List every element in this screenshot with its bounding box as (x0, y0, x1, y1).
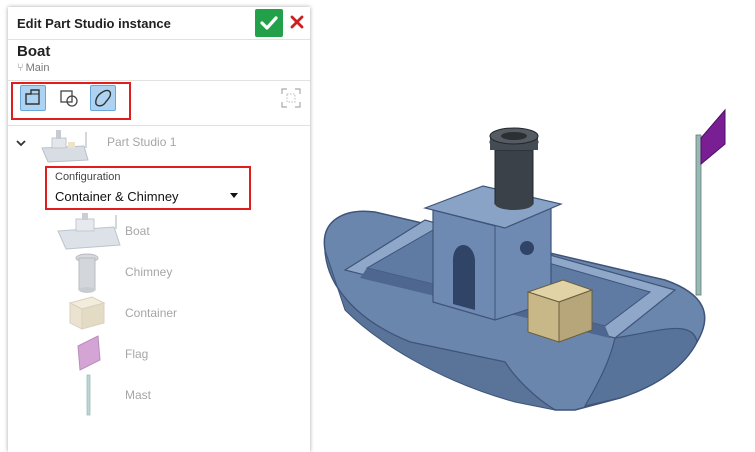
branch-label: ⑂ Main (17, 62, 49, 74)
collapse-toggle[interactable] (15, 137, 27, 151)
part-studio-label[interactable]: Part Studio 1 (107, 135, 176, 149)
selection-toolbar (8, 81, 310, 126)
configuration-label: Configuration (55, 171, 121, 183)
panel-header: Edit Part Studio instance (8, 7, 310, 40)
edit-part-studio-instance-panel: Edit Part Studio instance Boat ⑂ Main Pa… (8, 7, 310, 452)
surface-select-button[interactable] (56, 85, 82, 111)
part-row-boat[interactable]: Boat (125, 224, 150, 238)
dropdown-caret-icon (230, 193, 238, 198)
branch-name: Main (25, 62, 50, 74)
document-name: Boat (17, 43, 51, 60)
document-info: Boat ⑂ Main (8, 40, 310, 81)
part-row-chimney[interactable]: Chimney (125, 265, 172, 279)
mast-part-thumbnail (86, 374, 91, 416)
flag-part-thumbnail (77, 335, 101, 371)
panel-title: Edit Part Studio instance (17, 16, 171, 31)
part-row-container[interactable]: Container (125, 306, 177, 320)
sketch-select-button[interactable] (90, 85, 116, 111)
part-select-button[interactable] (20, 85, 46, 111)
sketch-select-icon (95, 89, 112, 107)
fit-view-icon (281, 88, 301, 108)
configuration-value[interactable]: Container & Chimney (55, 189, 179, 204)
part-select-icon (25, 89, 40, 105)
fit-view-button[interactable] (278, 85, 304, 111)
part-row-flag[interactable]: Flag (125, 347, 148, 361)
boat-part-thumbnail (57, 213, 121, 250)
accept-button[interactable] (255, 9, 283, 37)
surface-select-icon (60, 90, 78, 107)
part-studio-thumbnail (41, 130, 89, 163)
branch-icon: ⑂ (17, 62, 24, 74)
check-icon (260, 16, 278, 30)
part-row-mast[interactable]: Mast (125, 388, 151, 402)
cancel-button[interactable] (288, 12, 306, 32)
container-part-thumbnail (68, 296, 106, 330)
boat-3d-model-viewport[interactable] (315, 80, 735, 420)
close-icon (290, 15, 304, 29)
chimney-part-thumbnail (75, 253, 99, 293)
chevron-down-icon (16, 140, 26, 147)
